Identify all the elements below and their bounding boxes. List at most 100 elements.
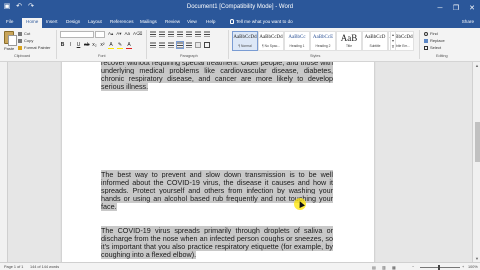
cut-label: Cut [24,31,31,36]
select-button[interactable]: Select [424,45,441,50]
print-layout-icon[interactable]: ▥ [382,265,386,270]
page-count[interactable]: Page 1 of 1 [4,265,23,269]
style-name: Heading 2 [315,44,331,48]
tab-insert[interactable]: Insert [46,19,58,24]
tab-help[interactable]: Help [206,19,215,24]
tab-view[interactable]: View [187,19,197,24]
justify-icon[interactable] [176,41,184,49]
sort-icon[interactable] [195,31,201,37]
style-name: Title [345,44,353,48]
underline-icon[interactable]: U [76,42,81,48]
show-marks-icon[interactable] [204,31,210,37]
divider [56,30,57,59]
grow-font-icon[interactable]: A▴ [108,31,113,37]
tab-design[interactable]: Design [66,19,80,24]
paragraph-1[interactable]: recover without requiring special treatm… [101,62,333,91]
decrease-indent-icon[interactable] [177,31,183,37]
strikethrough-icon[interactable]: ab [84,42,90,48]
format-painter-button[interactable]: Format Painter [18,45,50,50]
highlight-icon[interactable]: ✎ [117,42,123,49]
document-page[interactable]: recover without requiring special treatm… [62,62,374,262]
read-mode-icon[interactable]: ▤ [372,265,376,270]
vertical-scrollbar[interactable]: ▲ ▼ [472,62,480,262]
replace-label: Replace [430,38,445,43]
align-center-icon[interactable] [159,42,165,48]
line-spacing-icon[interactable] [186,42,192,48]
italic-icon[interactable]: I [68,42,73,48]
bold-icon[interactable]: B [60,42,65,48]
styles-more-button[interactable]: ▴ ▾ ⊽ [390,31,396,51]
tab-home[interactable]: Home [22,18,43,28]
font-color-icon[interactable]: A [126,42,132,49]
font-family-select[interactable] [60,31,94,38]
close-button[interactable]: ✕ [464,0,480,17]
scroll-thumb[interactable] [474,122,480,162]
multilevel-list-icon[interactable] [168,31,174,37]
zoom-out-icon[interactable]: − [412,265,414,269]
paragraph-group-label: Paragraph [180,54,198,58]
styles-gallery: AaBbCcDd ¶ Normal AaBbCcDd ¶ No Spac... AaBb… [232,31,414,51]
font-group-label: Font [98,54,106,58]
zoom-level[interactable]: 100% [468,265,478,269]
paragraph-row-1 [150,31,210,37]
select-icon [424,45,428,50]
subscript-icon[interactable]: x₂ [92,42,97,48]
share-button[interactable]: Share [462,19,474,24]
increase-indent-icon[interactable] [186,31,192,37]
style-tile[interactable]: AaBbCcDd ¶ No Spac... [258,31,284,51]
divider [419,30,420,59]
style-name: Heading 1 [289,44,305,48]
style-sample: AaBbCcE [312,35,334,40]
cut-button[interactable]: Cut [18,31,30,36]
style-tile[interactable]: AaBbCcDd ¶ Normal [232,31,258,51]
tell-me-search[interactable]: Tell me what you want to do [230,19,293,24]
style-tile[interactable]: AaBbCcE Heading 2 [310,31,336,51]
paste-button[interactable]: Paste [4,46,14,51]
restore-button[interactable]: ❐ [448,0,464,17]
style-sample: AaBbCcD [364,35,386,40]
numbering-icon[interactable] [159,31,165,37]
brush-icon [18,45,22,50]
style-tile[interactable]: AaBbCcD Subtitle [362,31,388,51]
zoom-slider[interactable] [420,266,460,268]
ribbon-tabs: File Home Insert Design Layout Reference… [0,17,480,28]
scroll-up-icon[interactable]: ▲ [473,62,480,69]
shading-icon[interactable] [195,42,201,48]
superscript-icon[interactable]: x² [100,42,105,48]
tab-file[interactable]: File [6,19,13,24]
style-tile[interactable]: AaBbCc Heading 1 [284,31,310,51]
word-count[interactable]: 144 of 144 words [30,265,59,269]
tab-review[interactable]: Review [165,19,180,24]
color-row: A ✎ A [108,42,132,49]
font-size-select[interactable] [95,31,105,38]
divider [228,30,229,59]
search-icon [424,31,428,36]
change-case-icon[interactable]: Aa [125,31,131,37]
find-button[interactable]: Find [424,31,438,36]
paste-icon[interactable] [4,31,17,46]
tab-references[interactable]: References [110,19,134,24]
align-right-icon[interactable] [168,42,174,48]
replace-button[interactable]: Replace [424,38,445,43]
align-left-icon[interactable] [150,42,156,48]
paragraph-3[interactable]: The COVID-19 virus spreads primarily thr… [101,226,333,259]
zoom-slider-thumb[interactable] [438,264,440,270]
scroll-down-icon[interactable]: ▼ [473,255,480,262]
style-sample: AaB [340,33,358,43]
tab-layout[interactable]: Layout [88,19,102,24]
bullets-icon[interactable] [150,31,156,37]
text-effects-icon[interactable]: A [108,42,114,49]
document-area: recover without requiring special treatm… [0,62,480,262]
style-sample: AaBbCc [288,35,306,40]
tab-mailings[interactable]: Mailings [140,19,157,24]
web-layout-icon[interactable]: ▦ [392,265,396,270]
borders-icon[interactable] [204,42,210,48]
divider [146,30,147,59]
selected-text: The COVID-19 virus spreads primarily thr… [101,226,333,259]
zoom-in-icon[interactable]: + [462,265,464,269]
shrink-font-icon[interactable]: A▾ [116,31,121,37]
style-tile[interactable]: AaB Title [336,31,362,51]
copy-button[interactable]: Copy [18,38,33,43]
minimize-button[interactable]: ─ [432,0,448,17]
clear-format-icon[interactable]: A⌫ [133,31,142,37]
